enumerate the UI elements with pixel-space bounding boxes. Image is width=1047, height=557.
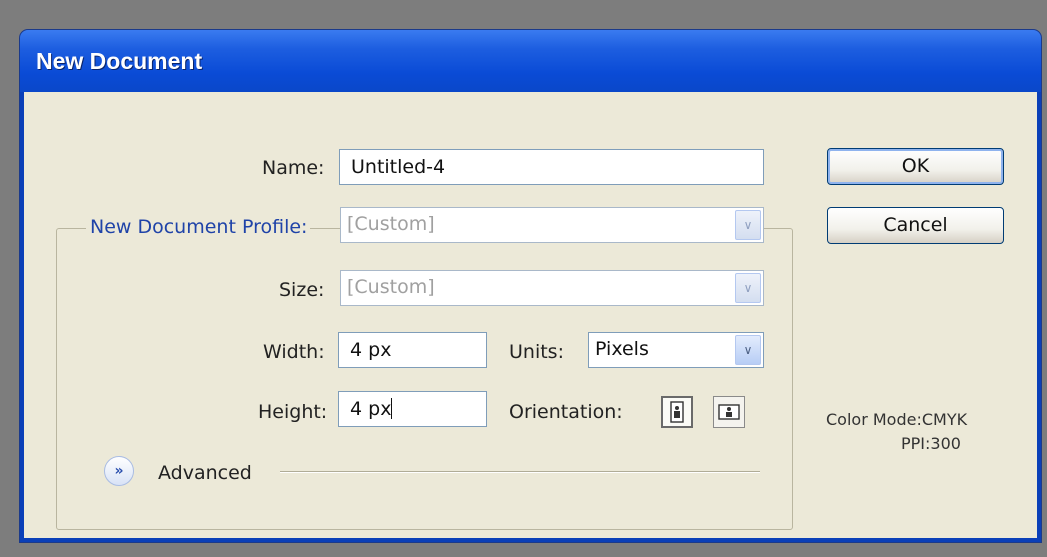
ppi-info: PPI:300 xyxy=(901,434,961,453)
size-value: [Custom] xyxy=(347,276,435,298)
ok-button[interactable]: OK xyxy=(827,148,1004,185)
units-dropdown[interactable]: Pixels ∨ xyxy=(588,332,764,368)
double-chevron-down-icon: » xyxy=(114,463,124,479)
height-label: Height: xyxy=(258,401,328,423)
chevron-down-icon[interactable]: ∨ xyxy=(735,273,761,303)
name-label: Name: xyxy=(262,157,325,179)
units-label: Units: xyxy=(509,341,564,363)
color-mode-info: Color Mode:CMYK xyxy=(826,410,968,429)
advanced-label[interactable]: Advanced xyxy=(158,462,252,484)
orientation-label: Orientation: xyxy=(509,401,623,423)
profile-value: [Custom] xyxy=(347,213,435,235)
dialog-title: New Document xyxy=(36,48,203,74)
landscape-button[interactable] xyxy=(713,396,745,428)
units-value: Pixels xyxy=(595,338,649,360)
size-dropdown[interactable]: [Custom] ∨ xyxy=(340,270,764,306)
height-input[interactable]: 4 px xyxy=(338,391,487,427)
advanced-divider xyxy=(280,471,760,473)
new-document-dialog: New Document Name: Untitled-4 New Docume… xyxy=(20,30,1041,542)
profile-dropdown[interactable]: [Custom] ∨ xyxy=(340,207,764,243)
width-label: Width: xyxy=(263,341,325,363)
portrait-button[interactable] xyxy=(661,396,693,428)
text-cursor xyxy=(391,398,393,419)
portrait-orientation-icon xyxy=(670,401,684,423)
dialog-body: Name: Untitled-4 New Document Profile: [… xyxy=(24,92,1037,538)
size-label: Size: xyxy=(279,279,325,301)
width-input[interactable]: 4 px xyxy=(338,332,487,368)
height-value: 4 px xyxy=(350,398,392,420)
landscape-orientation-icon xyxy=(718,404,740,420)
title-bar[interactable]: New Document xyxy=(20,30,1041,92)
cancel-button[interactable]: Cancel xyxy=(827,207,1004,244)
profile-label: New Document Profile: xyxy=(86,216,311,238)
name-input[interactable]: Untitled-4 xyxy=(339,149,764,185)
chevron-down-icon[interactable]: ∨ xyxy=(735,335,761,365)
chevron-down-icon[interactable]: ∨ xyxy=(735,210,761,240)
advanced-toggle[interactable]: » xyxy=(104,456,134,486)
